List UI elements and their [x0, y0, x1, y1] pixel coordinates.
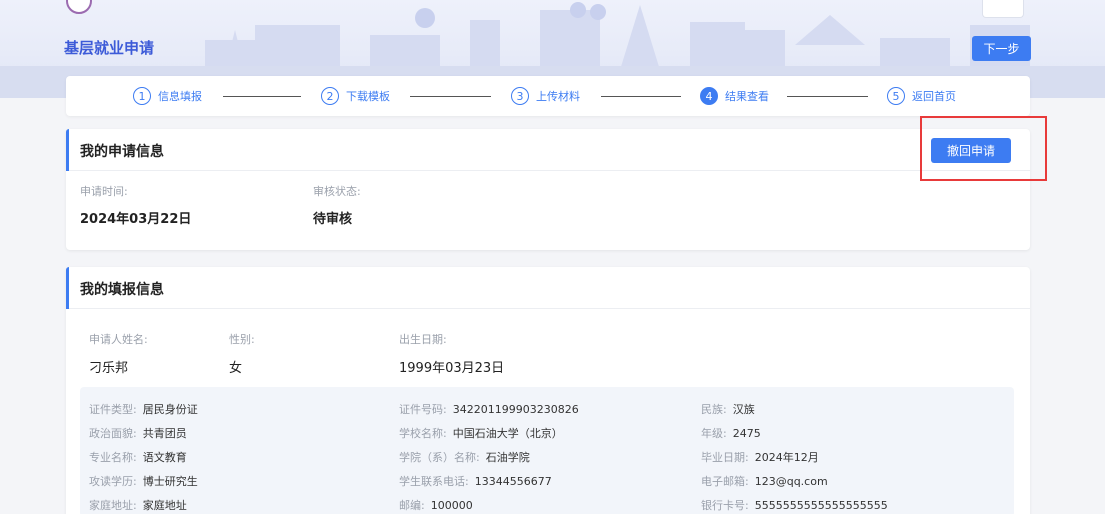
birth-date-label: 出生日期: [399, 333, 447, 346]
detail-item: 政治面貌: 共青团员 [89, 427, 187, 440]
step-3[interactable]: 3 上传材料 [511, 86, 580, 106]
step-connector [223, 96, 301, 97]
card-title: 我的申请信息 [80, 144, 164, 160]
accent-bar [66, 267, 69, 309]
card-header: 我的申请信息 撤回申请 [66, 129, 1030, 171]
birth-date-value: 1999年03月23日 [399, 361, 505, 376]
detail-item: 家庭地址: 家庭地址 [89, 499, 187, 512]
applicant-name-value: 刁乐邦 [89, 361, 129, 376]
step-2[interactable]: 2 下载模板 [321, 86, 390, 106]
step-label: 返回首页 [912, 90, 956, 103]
applicant-name-label: 申请人姓名: [89, 333, 148, 346]
step-label: 结果查看 [725, 90, 769, 103]
step-progress-bar: 1 信息填报 2 下载模板 3 上传材料 4 结果查看 5 返回首页 [66, 76, 1030, 116]
step-connector [601, 96, 681, 97]
detail-item: 电子邮箱: 123@qq.com [701, 475, 828, 488]
detail-item: 学生联系电话: 13344556677 [399, 475, 552, 488]
detail-item: 银行卡号: 5555555555555555555 [701, 499, 888, 512]
step-number: 2 [321, 87, 339, 105]
step-label: 上传材料 [536, 90, 580, 103]
step-number: 5 [887, 87, 905, 105]
step-connector [787, 96, 868, 97]
detail-item: 民族: 汉族 [701, 403, 755, 416]
detail-info-panel: 证件类型: 居民身份证 证件号码: 342201199903230826 民族: 汉族… [80, 387, 1014, 514]
detail-item: 年级: 2475 [701, 427, 761, 440]
step-4[interactable]: 4 结果查看 [700, 86, 769, 106]
top-corner-control[interactable] [982, 0, 1024, 18]
city-skyline-decoration [205, 2, 1030, 70]
detail-item: 证件号码: 342201199903230826 [399, 403, 579, 416]
apply-time-label: 申请时间: [80, 185, 128, 198]
form-info-card: 我的填报信息 申请人姓名: 刁乐邦 性别: 女 出生日期: 1999年03月23… [66, 267, 1030, 514]
step-5[interactable]: 5 返回首页 [887, 86, 956, 106]
gender-label: 性别: [229, 333, 255, 346]
detail-item: 学校名称: 中国石油大学（北京） [399, 427, 563, 440]
step-connector [410, 96, 491, 97]
card-header: 我的填报信息 [66, 267, 1030, 309]
step-label: 下载模板 [346, 90, 390, 103]
review-status-value: 待审核 [313, 212, 353, 227]
detail-item: 邮编: 100000 [399, 499, 473, 512]
step-number: 3 [511, 87, 529, 105]
withdraw-highlight-box [920, 116, 1047, 181]
next-step-button[interactable]: 下一步 [972, 36, 1031, 61]
detail-item: 专业名称: 语文教育 [89, 451, 187, 464]
detail-item: 学院（系）名称: 石油学院 [399, 451, 530, 464]
card-title: 我的填报信息 [80, 282, 164, 298]
gender-value: 女 [229, 361, 243, 376]
detail-item: 证件类型: 居民身份证 [89, 403, 198, 416]
step-number: 1 [133, 87, 151, 105]
detail-item: 毕业日期: 2024年12月 [701, 451, 819, 464]
apply-time-value: 2024年03月22日 [80, 212, 192, 227]
step-1[interactable]: 1 信息填报 [133, 86, 202, 106]
detail-item: 攻读学历: 博士研究生 [89, 475, 198, 488]
review-status-label: 审核状态: [313, 185, 361, 198]
application-info-card: 我的申请信息 撤回申请 申请时间: 2024年03月22日 审核状态: 待审核 [66, 129, 1030, 250]
page-title: 基层就业申请 [64, 39, 155, 57]
accent-bar [66, 129, 69, 171]
step-number: 4 [700, 87, 718, 105]
step-label: 信息填报 [158, 90, 202, 103]
